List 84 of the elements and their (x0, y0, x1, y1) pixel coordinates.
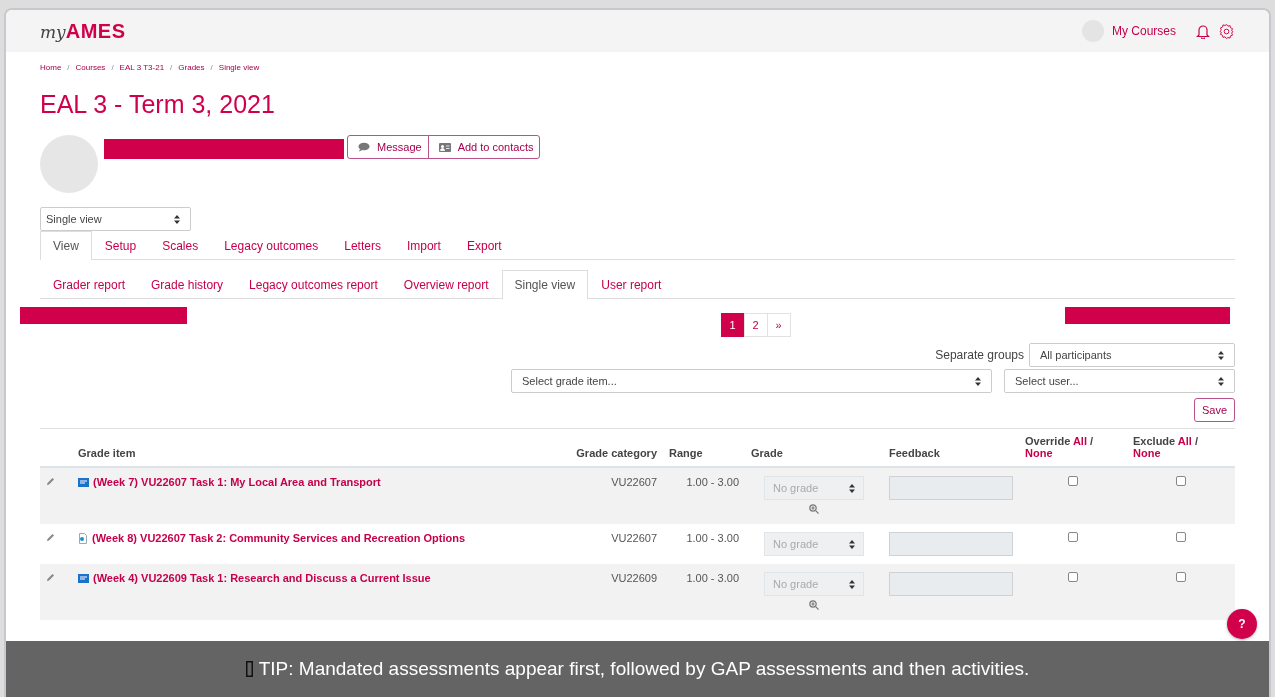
bell-icon[interactable] (1196, 23, 1210, 39)
page-title: EAL 3 - Term 3, 2021 (40, 90, 276, 119)
exclude-checkbox[interactable] (1176, 476, 1186, 486)
breadcrumb-separator: / (210, 63, 213, 72)
zoom-in-icon[interactable] (809, 504, 819, 514)
tab[interactable]: Scales (149, 231, 212, 259)
box-icon (245, 661, 253, 677)
tab[interactable]: Overview report (390, 270, 502, 298)
logo[interactable]: myAMES (40, 19, 126, 43)
select-all-link[interactable]: All (1177, 435, 1192, 447)
breadcrumb-separator: / (170, 63, 173, 72)
tab[interactable]: View (40, 231, 92, 260)
breadcrumb-link[interactable]: Grades (178, 63, 205, 72)
group-select[interactable]: All participants (1029, 343, 1235, 367)
override-checkbox[interactable] (1068, 532, 1078, 542)
select-all-link[interactable]: All (1072, 435, 1087, 447)
override-checkbox[interactable] (1068, 572, 1078, 582)
message-button[interactable]: Message (347, 135, 429, 159)
help-button[interactable]: ? (1227, 609, 1257, 639)
settings-icon[interactable] (1218, 22, 1235, 40)
grade-item-link[interactable]: (Week 4) VU22609 Task 1: Research and Discuss a Current Issue (78, 572, 431, 584)
page-link[interactable]: 1 (720, 313, 745, 337)
breadcrumb-separator: / (111, 63, 114, 72)
exclude-checkbox[interactable] (1176, 572, 1186, 582)
slash: / (1090, 435, 1094, 447)
tip-text: TIP: Mandated assessments appear first, followed by GAP assessments and then activities. (258, 658, 1030, 680)
select-none-link[interactable]: None (1133, 447, 1161, 459)
breadcrumb-link[interactable]: Single view (218, 63, 260, 72)
breadcrumb-separator: / (67, 63, 70, 72)
tab[interactable]: Grader report (40, 270, 139, 298)
breadcrumb-link[interactable]: Home (40, 63, 62, 72)
page-link[interactable]: » (766, 313, 791, 337)
exclude-checkbox[interactable] (1176, 532, 1186, 542)
caret-icon (1218, 350, 1224, 360)
tab[interactable]: Grade history (138, 270, 237, 298)
zoom-in-icon[interactable] (809, 600, 819, 610)
groups-label: Separate groups (935, 348, 1024, 362)
caret-icon (849, 483, 855, 493)
caret-icon (975, 376, 981, 386)
feedback-field[interactable] (889, 476, 1013, 500)
column-header: Exclude (1133, 435, 1176, 447)
table-cell: 1.00 - 3.00 (663, 467, 745, 524)
caret-icon (1218, 376, 1224, 386)
assignment-icon (78, 573, 89, 583)
tab[interactable]: Single view (501, 270, 589, 299)
select-none-link[interactable]: None (1025, 447, 1053, 459)
grade-item-link[interactable]: (Week 8) VU22607 Task 2: Community Services and Recreation Options (78, 532, 466, 544)
override-checkbox[interactable] (1068, 476, 1078, 486)
contact-button[interactable]: Add to contacts (427, 135, 541, 159)
breadcrumb-link[interactable]: Courses (75, 63, 106, 72)
pencil-icon[interactable] (46, 533, 55, 542)
grade-item-select[interactable]: Select grade item... (511, 369, 992, 393)
tab[interactable]: Letters (331, 231, 394, 259)
pencil-icon[interactable] (46, 573, 55, 582)
page-link[interactable]: 2 (743, 313, 768, 337)
caret-icon (174, 214, 180, 224)
document-icon (78, 532, 88, 544)
tab[interactable]: Legacy outcomes report (236, 270, 391, 298)
tab[interactable]: Export (453, 231, 515, 259)
tab[interactable]: User report (588, 270, 675, 298)
table-cell: VU22609 (563, 564, 663, 620)
column-header: Override (1025, 435, 1071, 447)
save-button[interactable]: Save (1193, 398, 1235, 422)
table-cell: VU22607 (563, 524, 663, 564)
caret-icon (849, 539, 855, 549)
table-cell: VU22607 (563, 467, 663, 524)
feedback-field[interactable] (889, 532, 1013, 556)
tab[interactable]: Import (393, 231, 454, 259)
pencil-icon[interactable] (46, 477, 55, 486)
assignment-icon (78, 477, 89, 487)
tab[interactable]: Setup (91, 231, 150, 259)
view-select[interactable]: Single view (40, 207, 191, 231)
speech-bubble-icon (358, 142, 370, 152)
contact-card-icon (438, 142, 451, 152)
caret-icon (849, 579, 855, 589)
breadcrumb-link[interactable]: EAL 3 T3-21 (119, 63, 165, 72)
feedback-field[interactable] (889, 572, 1013, 596)
grade-item-link[interactable]: (Week 7) VU22607 Task 1: My Local Area and Transport (78, 476, 381, 488)
user-select[interactable]: Select user... (1004, 369, 1235, 393)
my-courses-link[interactable]: My Courses (1112, 24, 1176, 38)
table-cell: 1.00 - 3.00 (663, 564, 745, 620)
tab[interactable]: Legacy outcomes (211, 231, 332, 259)
table-cell: 1.00 - 3.00 (663, 524, 745, 564)
slash: / (1194, 435, 1199, 447)
